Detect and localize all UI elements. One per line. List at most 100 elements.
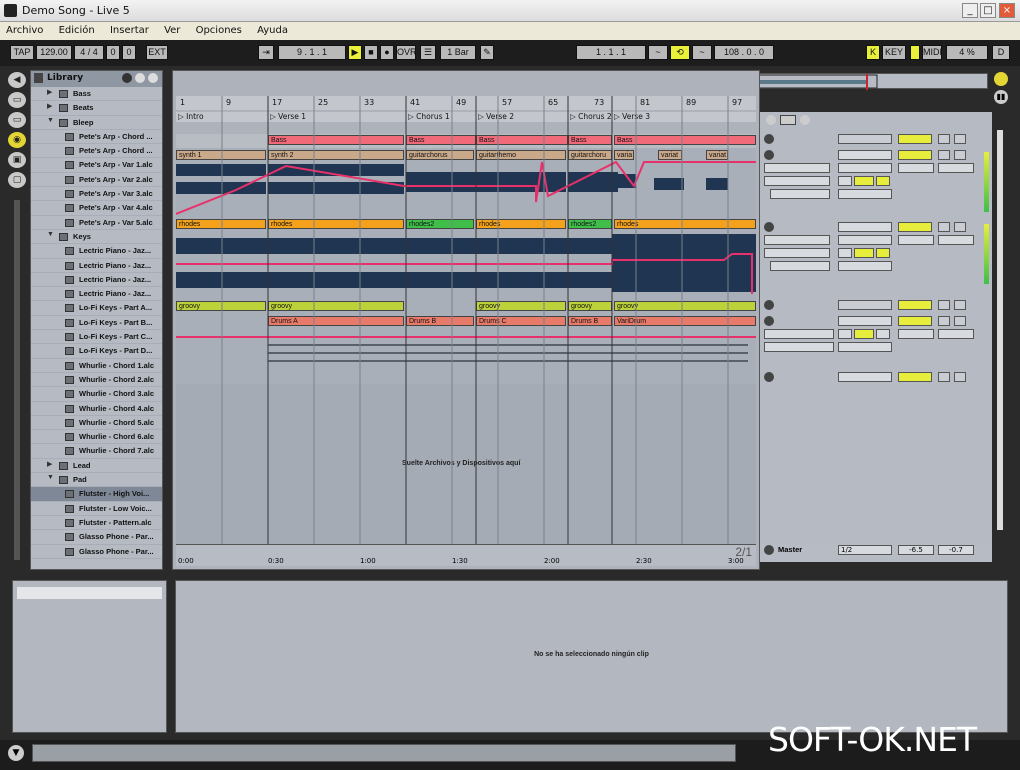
library-folder-item[interactable]: ▼ Bleep bbox=[31, 116, 162, 130]
track-input-select[interactable] bbox=[838, 372, 892, 382]
library-file-item[interactable]: Lo-Fi Keys - Part B... bbox=[31, 316, 162, 331]
track-expand-icon[interactable] bbox=[764, 316, 774, 326]
browser-icon[interactable]: ▭ bbox=[8, 92, 26, 108]
library-file-item[interactable]: Pete's Arp - Var 3.alc bbox=[31, 187, 162, 202]
library-folder-item[interactable]: ▶ Lead bbox=[31, 459, 162, 474]
nudge-down-button[interactable]: 0 bbox=[106, 45, 120, 60]
track-input-select[interactable] bbox=[838, 150, 892, 160]
track-activator-button[interactable] bbox=[898, 316, 932, 326]
track-output-select[interactable] bbox=[838, 261, 892, 271]
master-pan[interactable]: -0.7 bbox=[938, 545, 974, 555]
monitor-off-button[interactable] bbox=[876, 329, 890, 339]
monitor-auto-button[interactable] bbox=[854, 176, 874, 186]
automation-device-select[interactable] bbox=[764, 235, 830, 245]
punch-out-icon[interactable]: ~ bbox=[692, 45, 712, 60]
track-expand-icon[interactable] bbox=[764, 300, 774, 310]
clear-envelope-button[interactable] bbox=[770, 261, 830, 271]
track-solo-button[interactable] bbox=[938, 134, 950, 144]
library-file-item[interactable]: Lo-Fi Keys - Part C... bbox=[31, 330, 162, 345]
library-file-item[interactable]: Glasso Phone - Par... bbox=[31, 545, 162, 559]
song-position-field[interactable]: 9 . 1 . 1 bbox=[278, 45, 346, 60]
monitor-in-button[interactable] bbox=[838, 248, 852, 258]
stop-icon[interactable]: ■ bbox=[364, 45, 378, 60]
track-pan-field[interactable] bbox=[938, 163, 974, 173]
track-output-select[interactable] bbox=[838, 189, 892, 199]
time-ruler[interactable]: 0:00 0:30 1:00 1:30 2:00 2:30 3:00 2/1 bbox=[176, 544, 756, 566]
library-file-item[interactable]: Pete's Arp - Var 1.alc bbox=[31, 158, 162, 173]
expand-arrow-icon[interactable]: ▼ bbox=[47, 474, 54, 481]
track-solo-button[interactable] bbox=[938, 300, 950, 310]
close-button[interactable]: × bbox=[999, 3, 1015, 18]
track-volume-field[interactable] bbox=[898, 235, 934, 245]
library-file-item[interactable]: Pete's Arp - Var 4.alc bbox=[31, 201, 162, 216]
track-pan-field[interactable] bbox=[938, 329, 974, 339]
track-arm-button[interactable] bbox=[954, 134, 966, 144]
menu-ver[interactable]: Ver bbox=[164, 25, 180, 36]
loop-start-field[interactable]: 1 . 1 . 1 bbox=[576, 45, 646, 60]
loop-switch-icon[interactable]: ⟲ bbox=[670, 45, 690, 60]
track-expand-icon[interactable] bbox=[764, 150, 774, 160]
expand-arrow-icon[interactable]: ▼ bbox=[47, 117, 54, 124]
library-menu-icon[interactable] bbox=[122, 73, 132, 83]
library-folder-item[interactable]: ▶ Beats bbox=[31, 101, 162, 116]
expand-arrow-icon[interactable]: ▶ bbox=[47, 460, 52, 468]
track-activator-button[interactable] bbox=[898, 372, 932, 382]
library-file-item[interactable]: Whurlie - Chord 5.alc bbox=[31, 416, 162, 431]
track-pan-field[interactable] bbox=[938, 235, 974, 245]
devices-icon[interactable]: ▣ bbox=[8, 152, 26, 168]
clear-envelope-button[interactable] bbox=[770, 189, 830, 199]
browser-scrollbar[interactable] bbox=[14, 200, 20, 560]
menu-archivo[interactable]: Archivo bbox=[6, 25, 43, 36]
automation-device-select[interactable] bbox=[764, 176, 830, 186]
collapse-left-icon[interactable]: ◀ bbox=[8, 72, 26, 88]
expand-arrow-icon[interactable]: ▶ bbox=[47, 102, 52, 110]
track-input-channel[interactable] bbox=[838, 163, 892, 173]
draw-mode-icon[interactable]: ✎ bbox=[480, 45, 494, 60]
track-solo-button[interactable] bbox=[938, 222, 950, 232]
minimize-button[interactable]: _ bbox=[962, 3, 978, 18]
library-file-item[interactable]: Whurlie - Chord 4.alc bbox=[31, 402, 162, 416]
tap-button[interactable]: TAP bbox=[10, 45, 34, 60]
quantize-select[interactable]: 1 Bar bbox=[440, 45, 476, 60]
midi-button[interactable]: MIDI bbox=[922, 45, 942, 60]
library-file-item[interactable]: Lectric Piano - Jaz... bbox=[31, 287, 162, 302]
track-arm-button[interactable] bbox=[954, 316, 966, 326]
key-button[interactable]: KEY bbox=[882, 45, 906, 60]
follow-icon[interactable]: ⇥ bbox=[258, 45, 274, 60]
track-output-select[interactable] bbox=[838, 342, 892, 352]
track-activator-button[interactable] bbox=[898, 150, 932, 160]
master-output-select[interactable]: 1/2 bbox=[838, 545, 892, 555]
file-browser-icon[interactable]: ▭ bbox=[8, 112, 26, 128]
monitor-auto-button[interactable] bbox=[854, 248, 874, 258]
library-file-item[interactable]: Lo-Fi Keys - Part A... bbox=[31, 301, 162, 316]
record-icon[interactable]: ● bbox=[380, 45, 394, 60]
time-signature-field[interactable]: 4 / 4 bbox=[74, 45, 104, 60]
menu-edicion[interactable]: Edición bbox=[59, 25, 95, 36]
track-arm-button[interactable] bbox=[954, 372, 966, 382]
track-volume-field[interactable] bbox=[898, 163, 934, 173]
track-input-select[interactable] bbox=[838, 222, 892, 232]
track-solo-button[interactable] bbox=[938, 150, 950, 160]
ext-sync-button[interactable]: EXT bbox=[146, 45, 168, 60]
track-input-channel[interactable] bbox=[838, 235, 892, 245]
track-volume-field[interactable] bbox=[898, 329, 934, 339]
library-file-item[interactable]: Flutster - Low Voic... bbox=[31, 502, 162, 516]
maximize-button[interactable]: □ bbox=[980, 3, 996, 18]
track-input-select[interactable] bbox=[838, 316, 892, 326]
library-file-item[interactable]: Lectric Piano - Jaz... bbox=[31, 244, 162, 259]
library-icon[interactable]: ◉ bbox=[8, 132, 26, 148]
track-arm-button[interactable] bbox=[954, 300, 966, 310]
track-activator-button[interactable] bbox=[898, 300, 932, 310]
monitor-auto-button[interactable] bbox=[854, 329, 874, 339]
track-input-select[interactable] bbox=[838, 300, 892, 310]
automation-device-select[interactable] bbox=[764, 163, 830, 173]
nudge-up-button[interactable]: 0 bbox=[122, 45, 136, 60]
library-file-item[interactable]: Pete's Arp - Var 5.alc bbox=[31, 216, 162, 230]
track-input-select[interactable] bbox=[838, 134, 892, 144]
track-expand-icon[interactable] bbox=[764, 134, 774, 144]
loop-length-field[interactable]: 108 . 0 . 0 bbox=[714, 45, 774, 60]
track-expand-icon[interactable] bbox=[764, 372, 774, 382]
library-file-item[interactable]: Lectric Piano - Jaz... bbox=[31, 259, 162, 273]
library-folder-item[interactable]: ▼ Pad bbox=[31, 473, 162, 488]
monitor-off-button[interactable] bbox=[876, 176, 890, 186]
